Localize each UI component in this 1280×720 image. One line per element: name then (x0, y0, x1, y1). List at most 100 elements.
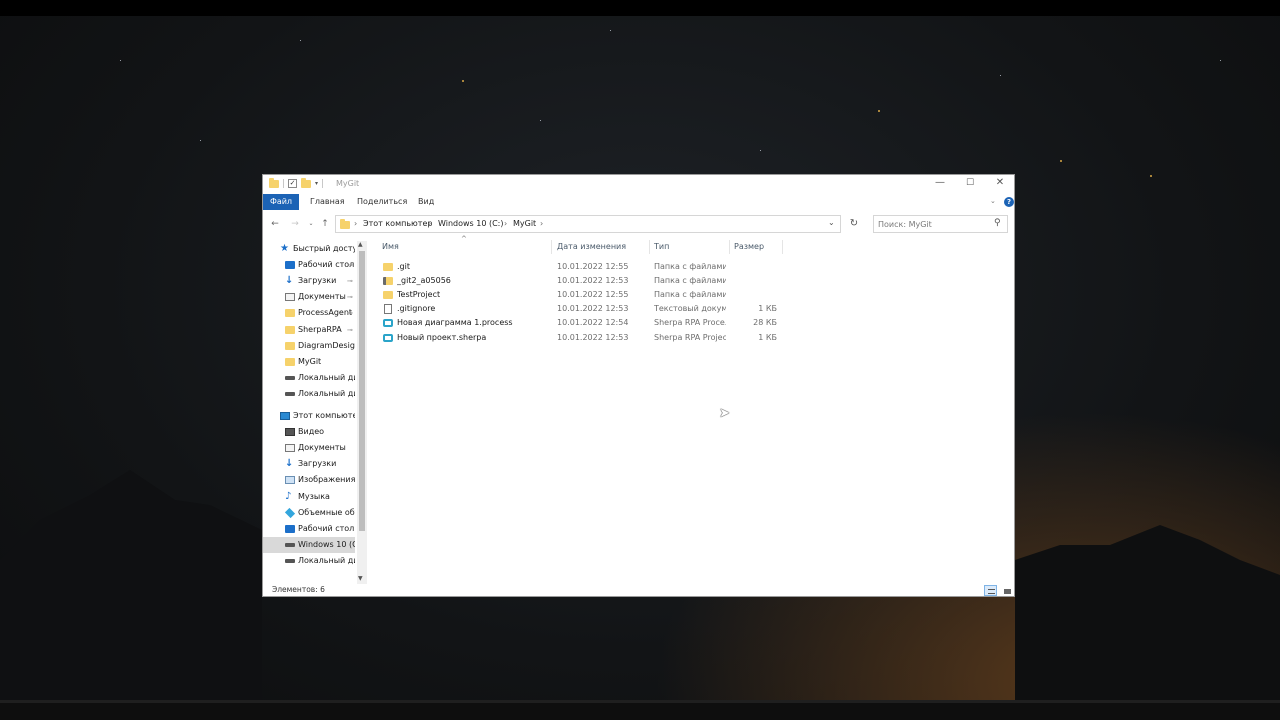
minimize-button[interactable]: — (925, 175, 955, 193)
file-type: Папка с файлами (654, 276, 726, 286)
scrollbar-thumb[interactable] (359, 251, 365, 531)
column-header-type[interactable]: Тип (654, 240, 669, 254)
sidebar-item[interactable]: Windows 10 (C:) (263, 536, 355, 553)
file-row[interactable]: .git 10.01.2022 12:55 Папка с файлами (379, 260, 779, 274)
search-input[interactable] (878, 218, 990, 230)
maximize-button[interactable]: ☐ (955, 175, 985, 193)
sidebar-item[interactable]: SherpaRPA ⊸ (263, 322, 355, 338)
downloads-icon: ↓ (285, 275, 294, 287)
forward-arrow-icon[interactable]: → (289, 216, 301, 232)
file-size: 1 КБ (758, 304, 777, 314)
file-name: .gitignore (397, 304, 436, 314)
sidebar-item[interactable]: Локальный диск (263, 553, 355, 569)
breadcrumb-separator[interactable]: › (428, 219, 431, 228)
folder-icon (269, 177, 279, 188)
file-type: Папка с файлами (654, 262, 726, 271)
sidebar-item[interactable]: ♪ Музыка (263, 489, 355, 505)
breadcrumb-separator[interactable]: › (504, 219, 507, 228)
sidebar-item[interactable]: Объемные объекты (263, 505, 355, 521)
properties-icon[interactable]: ✓ (288, 179, 297, 188)
new-folder-icon[interactable] (301, 177, 311, 188)
close-button[interactable]: ✕ (985, 175, 1015, 193)
toolbar-divider (283, 179, 284, 188)
column-divider[interactable] (782, 240, 783, 254)
tab-view[interactable]: Вид (418, 194, 434, 210)
ribbon-tabs: Файл Главная Поделиться Вид ⌄ ? (263, 194, 1014, 210)
file-row[interactable]: _git2_a05056 10.01.2022 12:53 Папка с файл… (379, 274, 779, 288)
file-row[interactable]: TestProject 10.01.2022 12:55 Папка с файла… (379, 288, 779, 302)
pin-icon: ⊸ (347, 261, 353, 270)
sidebar-item[interactable]: DiagramDesigner (263, 338, 355, 354)
sidebar-item-label: MyGit (298, 356, 322, 366)
sidebar-item[interactable]: Рабочий стол (263, 521, 355, 537)
breadcrumb-separator[interactable]: › (540, 219, 543, 228)
sidebar-item[interactable]: Локальный диск (263, 386, 355, 402)
file-row[interactable]: Новый проект.sherpa 10.01.2022 12:53 Sherp… (379, 331, 779, 345)
expand-ribbon-icon[interactable]: ⌄ (990, 197, 996, 205)
star (1060, 160, 1062, 162)
help-icon[interactable]: ? (1004, 197, 1014, 207)
file-name: Новая диаграмма 1.process (397, 318, 513, 328)
sidebar-item-label: Изображения (298, 475, 355, 485)
sidebar-item-label: Локальный диск (298, 372, 355, 382)
column-header-name[interactable]: Имя (382, 240, 399, 254)
sidebar-item[interactable]: ★ Быстрый доступ (263, 241, 355, 257)
recent-locations-icon[interactable]: ⌄ (305, 216, 317, 232)
scroll-down-icon[interactable]: ▼ (358, 575, 363, 582)
file-date: 10.01.2022 12:55 (557, 290, 629, 300)
tab-file[interactable]: Файл (263, 194, 299, 210)
desktop-icon (285, 261, 295, 270)
navigation-pane-scrollbar[interactable]: ▲ ▼ (357, 241, 367, 584)
breadcrumb-mygit[interactable]: MyGit (513, 219, 536, 228)
file-row[interactable]: .gitignore 10.01.2022 12:53 Текстовый доку… (379, 302, 779, 316)
star (200, 140, 201, 141)
breadcrumb-windows-drive[interactable]: Windows 10 (C:) (438, 219, 504, 228)
address-bar[interactable]: › Этот компьютер › Windows 10 (C:) › MyG… (335, 215, 841, 233)
sidebar-item[interactable]: ↓ Загрузки (263, 456, 355, 472)
address-dropdown-icon[interactable]: ⌄ (828, 218, 835, 227)
up-arrow-icon[interactable]: ↑ (319, 216, 331, 232)
file-type: Текстовый докум... (654, 304, 726, 314)
back-arrow-icon[interactable]: ← (269, 216, 281, 232)
column-divider[interactable] (551, 240, 552, 254)
computer-icon (280, 412, 290, 420)
sidebar-item[interactable]: Этот компьютер (263, 408, 355, 424)
sidebar-item[interactable]: Локальный диск (263, 370, 355, 386)
breadcrumb-this-pc[interactable]: Этот компьютер (363, 219, 432, 228)
column-divider[interactable] (729, 240, 730, 254)
sidebar-item[interactable]: Видео (263, 424, 355, 440)
tab-share[interactable]: Поделиться (357, 194, 407, 210)
refresh-icon[interactable]: ↻ (845, 215, 863, 233)
sidebar-item[interactable]: Изображения (263, 472, 355, 488)
folder-icon (285, 325, 295, 334)
tab-home[interactable]: Главная (310, 194, 345, 210)
sidebar-item[interactable]: Рабочий стол ⊸ (263, 257, 355, 273)
sidebar-item-label: Загрузки (298, 276, 337, 286)
search-icon[interactable]: ⚲ (994, 218, 1001, 228)
git-folder-icon (383, 277, 393, 286)
customize-toolbar-icon[interactable]: ▾ (315, 180, 318, 187)
title-bar[interactable]: ✓ ▾ MyGit — ☐ ✕ (263, 175, 1014, 193)
column-header-size[interactable]: Размер (734, 240, 764, 254)
column-header-date[interactable]: Дата изменения (557, 240, 626, 254)
details-view-icon (988, 589, 995, 594)
large-icons-view-button[interactable] (1000, 585, 1013, 596)
status-bar: Элементов: 6 (263, 585, 1014, 597)
column-divider[interactable] (649, 240, 650, 254)
star (300, 40, 301, 41)
sidebar-item[interactable]: Документы ⊸ (263, 289, 355, 305)
sidebar-item[interactable]: Документы (263, 440, 355, 456)
star (1220, 60, 1221, 61)
sidebar-item[interactable]: MyGit (263, 354, 355, 370)
sidebar-item[interactable]: ↓ Загрузки ⊸ (263, 273, 355, 289)
scroll-up-icon[interactable]: ▲ (358, 241, 363, 248)
details-view-button[interactable] (984, 585, 997, 596)
video-icon (285, 428, 295, 437)
folder-icon (285, 341, 295, 350)
search-box[interactable]: ⚲ (873, 215, 1008, 233)
sidebar-item[interactable]: ProcessAgent ⊸ (263, 305, 355, 321)
sort-ascending-icon: ^ (461, 235, 467, 243)
star (462, 80, 464, 82)
file-row[interactable]: Новая диаграмма 1.process 10.01.2022 12:5… (379, 316, 779, 330)
file-list: Имя ^ Дата изменения Тип Размер .git 10.0… (371, 235, 1011, 582)
